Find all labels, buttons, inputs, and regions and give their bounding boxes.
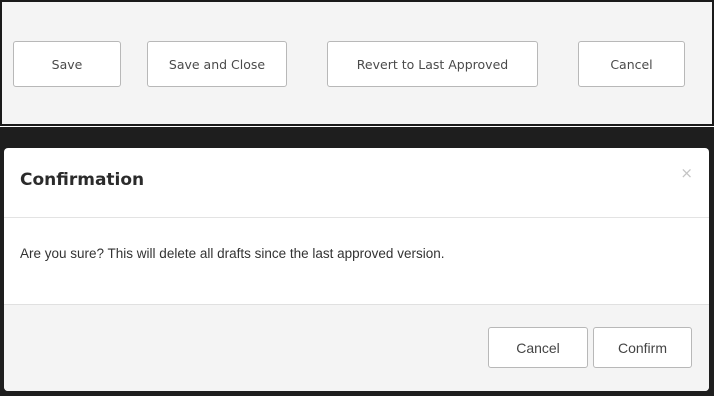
save-and-close-button[interactable]: Save and Close (147, 41, 287, 87)
modal-backdrop: Confirmation × Are you sure? This will d… (0, 127, 714, 396)
modal-cancel-button[interactable]: Cancel (488, 327, 588, 368)
confirmation-dialog: Confirmation × Are you sure? This will d… (4, 148, 709, 391)
modal-body: Are you sure? This will delete all draft… (4, 218, 709, 304)
confirmation-message: Are you sure? This will delete all draft… (20, 246, 445, 261)
action-toolbar: Save Save and Close Revert to Last Appro… (0, 0, 714, 126)
cancel-button[interactable]: Cancel (578, 41, 685, 87)
modal-header: Confirmation × (4, 148, 709, 218)
save-button[interactable]: Save (13, 41, 121, 87)
revert-to-last-approved-button[interactable]: Revert to Last Approved (327, 41, 538, 87)
modal-title: Confirmation (20, 170, 145, 190)
modal-footer: Cancel Confirm (4, 304, 709, 391)
confirm-button[interactable]: Confirm (593, 327, 692, 368)
close-icon[interactable]: × (680, 166, 693, 181)
